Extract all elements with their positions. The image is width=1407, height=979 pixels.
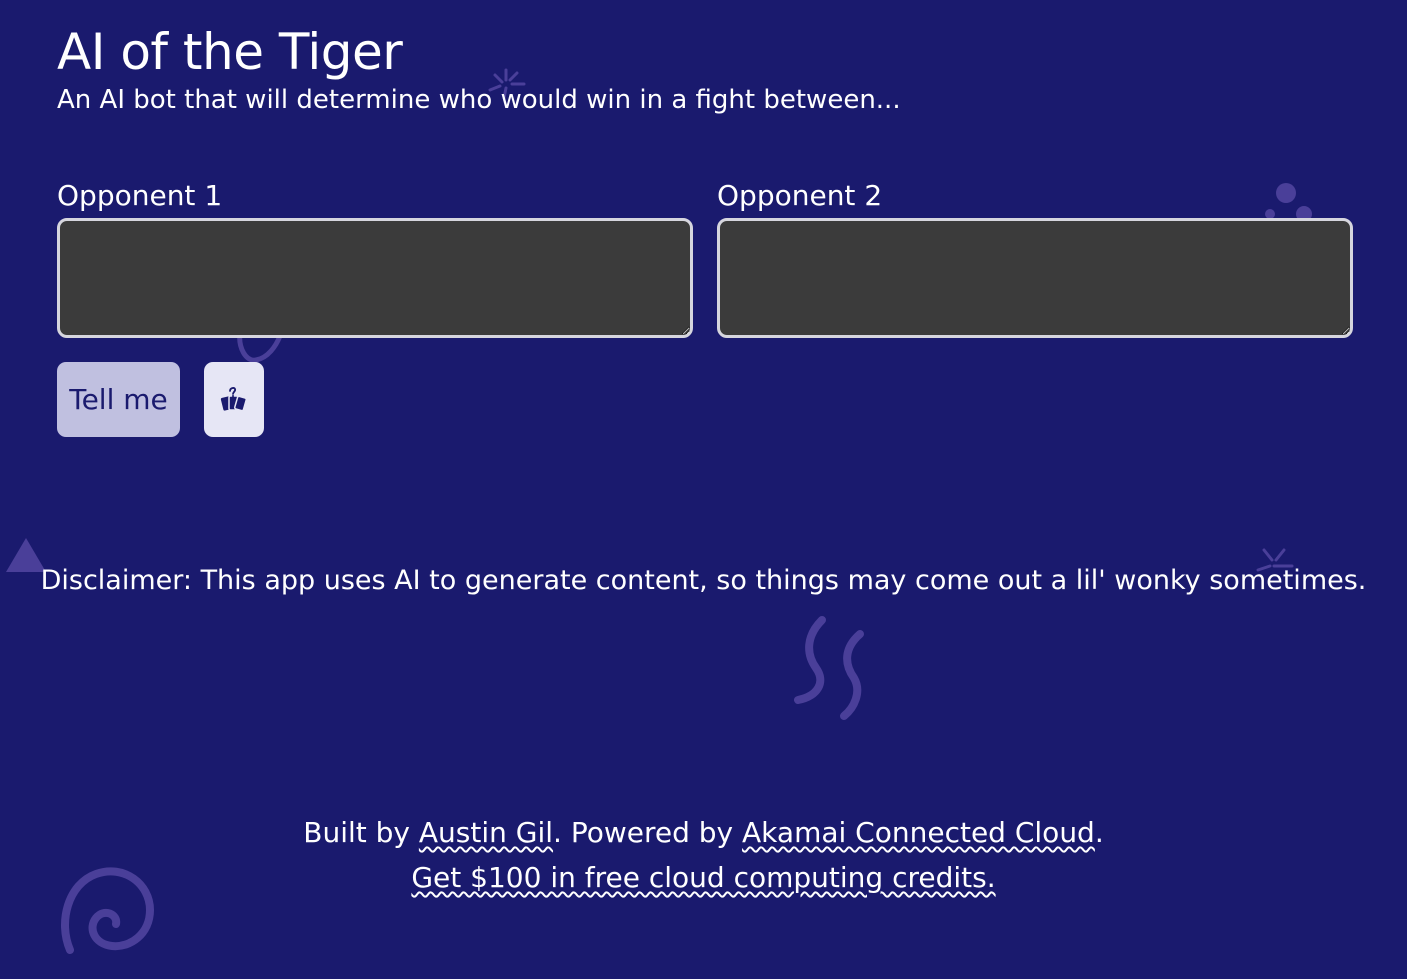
opponent-1-label: Opponent 1 — [57, 179, 223, 212]
footer-promo-line: Get $100 in free cloud computing credits… — [0, 855, 1407, 900]
tell-me-button[interactable]: Tell me — [57, 362, 180, 437]
random-cards-icon — [220, 386, 248, 411]
page-title: AI of the Tiger — [57, 23, 403, 81]
disclaimer-text: Disclaimer: This app uses AI to generate… — [40, 565, 1367, 596]
provider-link[interactable]: Akamai Connected Cloud — [742, 816, 1095, 849]
footer-built-by-text: Built by — [303, 816, 419, 849]
header: AI of the Tiger An AI bot that will dete… — [57, 18, 901, 117]
footer-credits-line: Built by Austin Gil. Powered by Akamai C… — [0, 810, 1407, 855]
opponent-2-label: Opponent 2 — [717, 179, 883, 212]
author-link[interactable]: Austin Gil — [419, 816, 553, 849]
squiggle-decoration — [794, 616, 864, 720]
opponent-1-field: Opponent 1 — [57, 178, 693, 338]
opponent-1-input[interactable] — [57, 218, 693, 338]
app-page: AI of the Tiger An AI bot that will dete… — [0, 0, 1407, 979]
free-credits-link[interactable]: Get $100 in free cloud computing credits… — [411, 861, 995, 894]
random-opponents-button[interactable] — [204, 362, 264, 437]
page-subtitle: An AI bot that will determine who would … — [57, 85, 901, 115]
opponent-2-input[interactable] — [717, 218, 1353, 338]
footer-powered-by-text: . Powered by — [553, 816, 743, 849]
opponent-2-field: Opponent 2 — [717, 178, 1353, 338]
footer: Built by Austin Gil. Powered by Akamai C… — [0, 810, 1407, 900]
footer-period: . — [1094, 816, 1104, 849]
